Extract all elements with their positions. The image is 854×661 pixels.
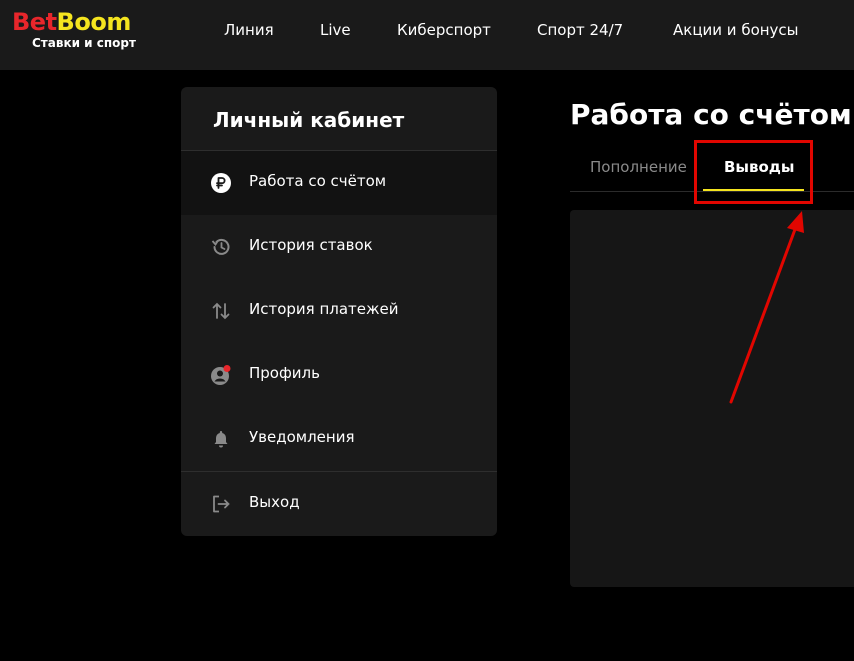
sidebar-title: Личный кабинет <box>213 108 405 132</box>
annotation-highlight-box <box>694 140 813 204</box>
ruble-icon <box>211 173 231 193</box>
nav-promotions[interactable]: Акции и бонусы <box>673 21 799 39</box>
transfer-arrows-icon <box>212 302 230 320</box>
sidebar-item-bet-history[interactable]: История ставок <box>181 215 497 279</box>
logo-bet-text: Bet <box>12 8 57 36</box>
tab-deposit[interactable]: Пополнение <box>590 158 687 176</box>
profile-icon <box>211 365 231 385</box>
logo-tagline: Ставки и спорт <box>32 36 136 50</box>
sidebar-item-logout[interactable]: Выход <box>181 472 497 536</box>
sidebar-item-label: Уведомления <box>249 428 355 446</box>
sidebar-item-account[interactable]: Работа со счётом <box>181 151 497 215</box>
sidebar-item-label: История платежей <box>249 300 399 318</box>
nav-sport-24-7[interactable]: Спорт 24/7 <box>537 21 623 39</box>
nav-esports[interactable]: Киберспорт <box>397 21 491 39</box>
sidebar-item-payment-history[interactable]: История платежей <box>181 279 497 343</box>
nav-live[interactable]: Live <box>320 21 351 39</box>
notification-badge <box>223 365 231 372</box>
sidebar-item-label: Выход <box>249 493 300 511</box>
page-title: Работа со счётом <box>570 98 852 131</box>
logo-boom-text: Boom <box>56 8 132 36</box>
sidebar-item-label: История ставок <box>249 236 373 254</box>
betboom-logo[interactable]: BetBoom Ставки и спорт <box>12 8 136 50</box>
nav-liniya[interactable]: Линия <box>224 21 274 39</box>
account-sidebar: Личный кабинет Работа со счётом История … <box>181 87 497 536</box>
bell-icon <box>214 431 228 448</box>
history-icon <box>211 238 230 255</box>
sidebar-item-label: Работа со счётом <box>249 172 387 190</box>
sidebar-item-label: Профиль <box>249 364 320 382</box>
sidebar-item-profile[interactable]: Профиль <box>181 343 497 407</box>
withdrawals-content-panel <box>570 210 854 587</box>
logout-icon <box>213 495 230 513</box>
sidebar-item-notifications[interactable]: Уведомления <box>181 407 497 471</box>
top-header: BetBoom Ставки и спорт Линия Live Киберс… <box>0 0 854 70</box>
logo-wordmark: BetBoom <box>12 8 136 36</box>
